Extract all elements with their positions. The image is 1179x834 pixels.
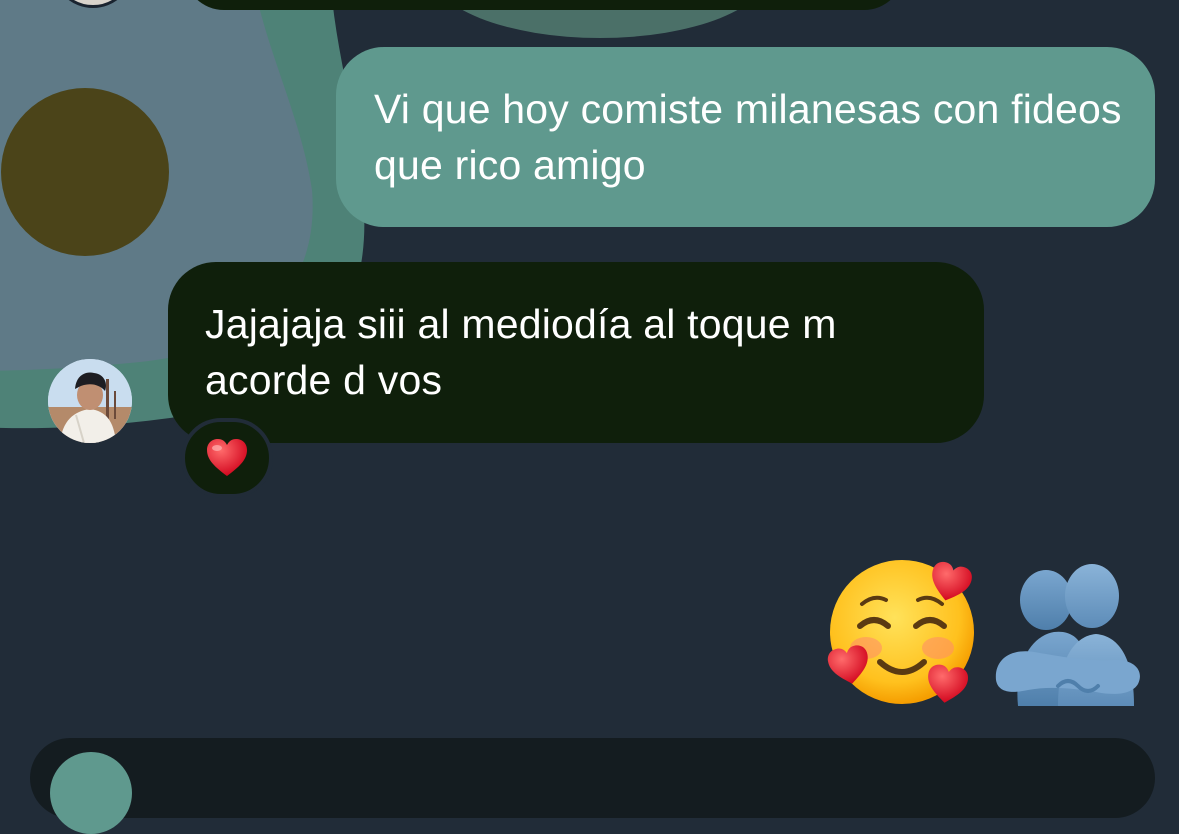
- avatar-photo: [48, 359, 132, 443]
- outgoing-message-bubble[interactable]: Vi que hoy comiste milanesas con fideos …: [336, 47, 1155, 227]
- message-text: Jajajaja siii al mediodía al toque m aco…: [205, 301, 837, 403]
- red-heart-icon: [207, 439, 247, 476]
- next-message-bubble[interactable]: [30, 738, 1155, 818]
- smiling-face-with-hearts-emoji[interactable]: [822, 556, 982, 706]
- people-hugging-emoji[interactable]: [988, 556, 1150, 706]
- incoming-message-bubble[interactable]: Jajajaja siii al mediodía al toque m aco…: [168, 262, 984, 443]
- message-reaction[interactable]: [181, 418, 273, 498]
- avatar-previous[interactable]: [52, 0, 134, 8]
- avatar-next[interactable]: [50, 752, 132, 834]
- contact-avatar[interactable]: [48, 359, 132, 443]
- wallpaper-avocado-pit: [1, 88, 169, 256]
- previous-message-bubble[interactable]: [184, 0, 904, 10]
- message-text: Vi que hoy comiste milanesas con fideos …: [374, 86, 1122, 188]
